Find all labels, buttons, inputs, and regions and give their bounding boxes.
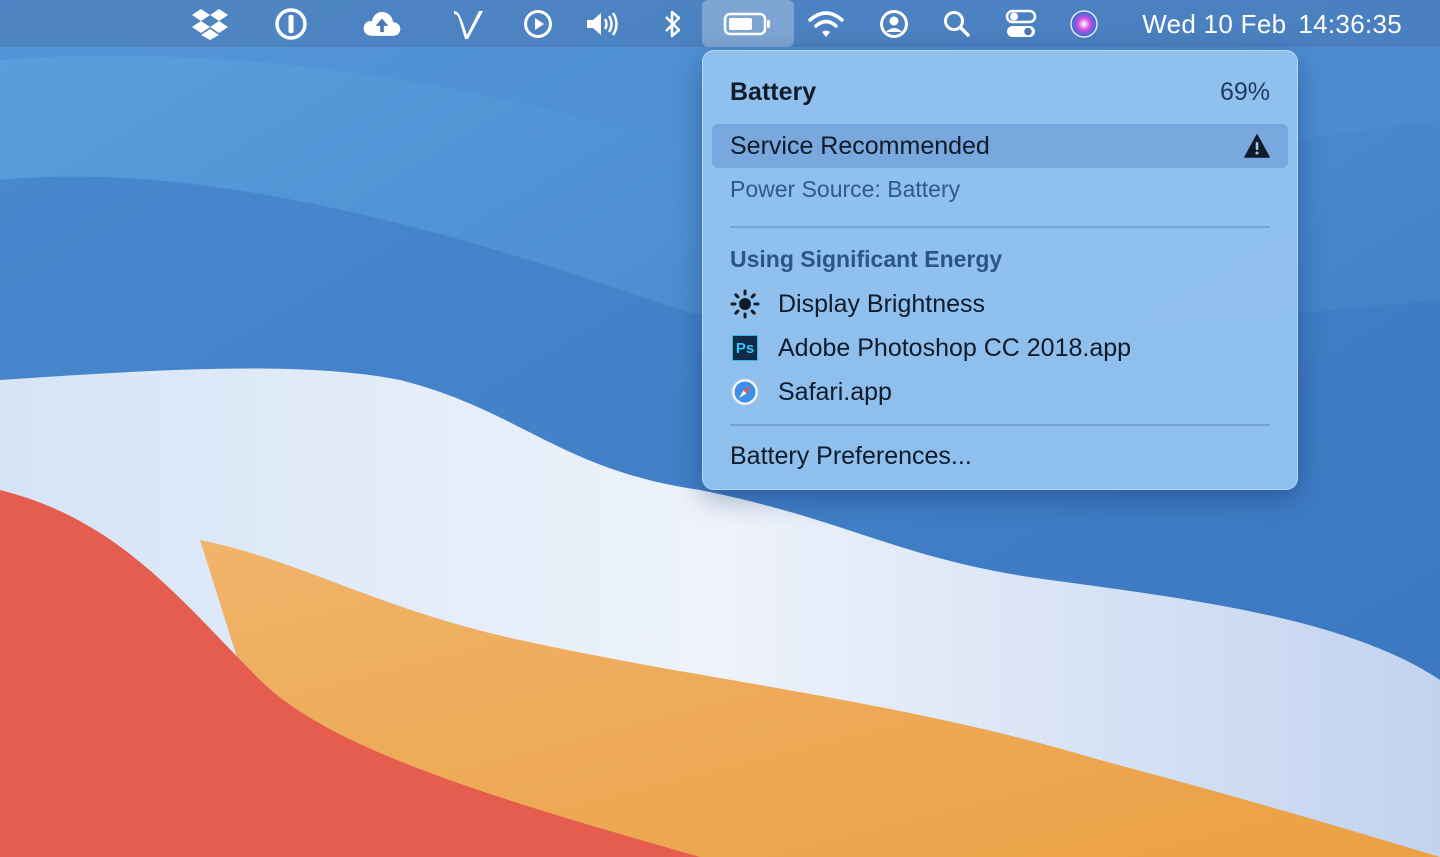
- energy-item-safari[interactable]: Safari.app: [730, 372, 892, 412]
- user-icon[interactable]: [874, 6, 914, 42]
- battery-preferences-item[interactable]: Battery Preferences...: [730, 442, 972, 471]
- energy-item-label: Safari.app: [778, 377, 892, 406]
- battery-menu-title: Battery: [730, 78, 817, 106]
- battery-status-item[interactable]: [702, 0, 794, 47]
- siri-icon[interactable]: [1064, 6, 1104, 42]
- 1password-icon[interactable]: [271, 6, 311, 42]
- power-source: Power Source: Battery: [730, 176, 961, 202]
- clock-time: 14:36:35: [1298, 9, 1402, 39]
- clock[interactable]: Wed 10 Feb 14:36:35: [1142, 9, 1402, 39]
- clock-date: Wed 10 Feb: [1142, 9, 1287, 39]
- battery-icon: [723, 12, 770, 35]
- warning-icon: [1244, 134, 1270, 158]
- bluetooth-icon[interactable]: [653, 6, 693, 42]
- service-recommended-item[interactable]: Service Recommended: [712, 124, 1288, 168]
- service-recommended-label: Service Recommended: [730, 132, 990, 160]
- brightness-icon: [730, 289, 760, 319]
- volume-icon[interactable]: [584, 6, 624, 42]
- photoshop-icon: Ps: [732, 335, 758, 361]
- search-icon[interactable]: [937, 6, 977, 42]
- menu-bar: Wed 10 Feb 14:36:35: [0, 0, 1440, 47]
- dropbox-icon[interactable]: [190, 6, 230, 42]
- menu-separator: [730, 226, 1270, 228]
- significant-energy-header: Using Significant Energy: [730, 246, 1003, 272]
- energy-item-label: Adobe Photoshop CC 2018.app: [778, 333, 1132, 362]
- vectorworks-icon[interactable]: [448, 6, 488, 42]
- energy-item-photoshop[interactable]: Ps Adobe Photoshop CC 2018.app: [730, 328, 1131, 368]
- menu-separator: [730, 424, 1270, 426]
- play-icon[interactable]: [518, 6, 558, 42]
- wifi-icon[interactable]: [806, 6, 846, 42]
- photoshop-icon-wrapper: Ps: [730, 333, 760, 363]
- cloud-upload-icon[interactable]: [362, 6, 402, 42]
- control-center-icon[interactable]: [1001, 6, 1041, 42]
- battery-menu: Battery 69% Service Recommended Power So…: [702, 50, 1298, 490]
- battery-percent: 69%: [1219, 78, 1270, 106]
- energy-item-label: Display Brightness: [778, 289, 986, 318]
- safari-icon: [730, 377, 760, 407]
- energy-item-display-brightness[interactable]: Display Brightness: [730, 284, 985, 324]
